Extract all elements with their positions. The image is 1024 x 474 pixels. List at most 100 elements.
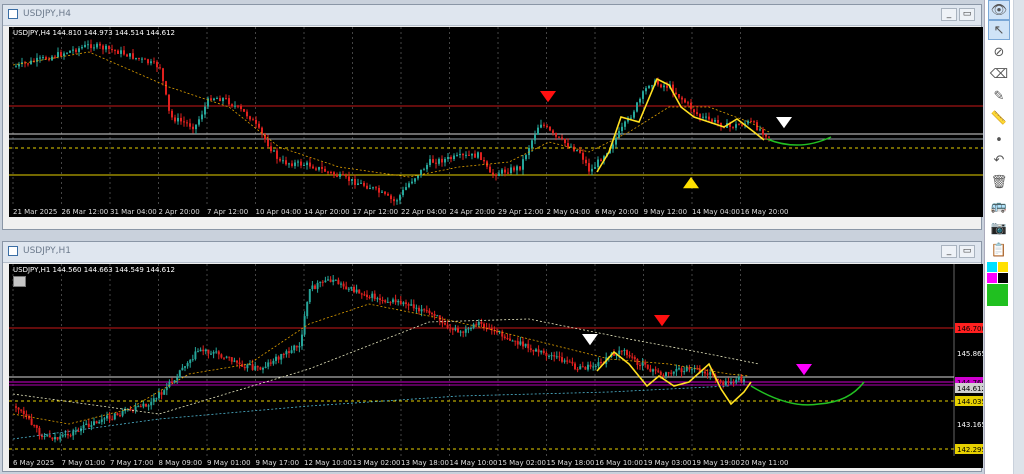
candle-body [251, 364, 254, 370]
window-titlebar[interactable]: USDJPY,H4 _ ▭ [3, 5, 981, 26]
candle-body [545, 353, 548, 356]
candle-body [735, 379, 738, 383]
candle-body [234, 105, 236, 107]
trash-icon[interactable]: 🗑 [988, 172, 1010, 192]
candle-body [516, 341, 519, 345]
chart-canvas[interactable]: 6 May 2025 7 May 01:00 7 May 17:00 8 May 09… [9, 264, 983, 468]
candle-body [195, 124, 197, 130]
time-label: 12 May 10:00 [304, 459, 352, 467]
candle-body [273, 150, 275, 152]
candle-body [691, 369, 693, 371]
candle-body [468, 154, 470, 156]
candle-body [293, 345, 296, 351]
candle-body [308, 289, 311, 303]
candle-body [389, 301, 392, 303]
candle-body [532, 350, 535, 352]
candle-body [147, 405, 150, 407]
candle-body [90, 425, 93, 427]
candle-body [165, 81, 167, 95]
swatch-black[interactable] [998, 273, 1008, 283]
candle-body [93, 421, 95, 426]
cursor-icon[interactable]: ↖ [988, 20, 1010, 40]
restore-button[interactable]: ▭ [959, 8, 975, 21]
minimize-button[interactable]: _ [941, 245, 957, 258]
swatch-yellow[interactable] [998, 262, 1008, 272]
no-symbol-icon[interactable]: ⊘ [988, 42, 1010, 62]
candle-body [312, 166, 314, 169]
candle-body [223, 357, 225, 359]
candle-body [402, 189, 404, 196]
candle-body [390, 195, 392, 200]
candle-body [408, 183, 410, 188]
candle-body [623, 350, 626, 352]
candle-body [555, 133, 557, 137]
candle-body [384, 300, 387, 303]
restore-button[interactable]: ▭ [959, 245, 975, 258]
candle-body [45, 57, 47, 60]
candle-body [103, 418, 106, 420]
ruler-icon[interactable]: 📏 [988, 108, 1010, 128]
eye-icon[interactable]: 👁 [988, 0, 1010, 20]
candle-body [717, 120, 719, 123]
candle-body [566, 360, 569, 362]
chart-window-h4[interactable]: USDJPY,H4 _ ▭ 21 Mar 2025 26 Mar 12:00 31 … [2, 4, 983, 230]
chart-canvas[interactable]: 21 Mar 2025 26 Mar 12:00 31 Mar 04:00 2 Apr… [9, 27, 983, 217]
candle-body [405, 302, 407, 305]
candle-body [106, 415, 108, 419]
candle-body [558, 356, 561, 358]
chart-background [9, 264, 983, 468]
candle-body [740, 376, 743, 382]
time-label: 9 May 17:00 [256, 459, 300, 467]
swatch-green[interactable] [987, 284, 1008, 306]
time-label: 13 May 18:00 [401, 459, 449, 467]
minimize-button[interactable]: _ [941, 8, 957, 21]
window-titlebar[interactable]: USDJPY,H1 _ ▭ [3, 242, 981, 263]
candle-body [546, 125, 548, 127]
swatch-cyan[interactable] [987, 262, 997, 272]
candle-body [15, 406, 17, 408]
candle-body [96, 43, 98, 48]
eraser-icon[interactable]: ⌫ [988, 64, 1010, 84]
candle-body [675, 368, 678, 372]
price-chart-h1[interactable]: 6 May 2025 7 May 01:00 7 May 17:00 8 May 09… [9, 264, 983, 468]
candle-body [294, 162, 296, 166]
camera-icon[interactable]: 📷 [988, 218, 1010, 238]
candle-body [483, 159, 485, 162]
time-label: 6 May 2025 [13, 459, 54, 467]
candle-body [66, 52, 68, 54]
undo-icon[interactable]: ↶ [988, 150, 1010, 170]
candle-body [641, 362, 644, 366]
candle-body [147, 59, 149, 64]
candle-body [423, 309, 426, 311]
candle-body [475, 324, 478, 326]
candle-body [454, 328, 457, 331]
candle-body [549, 126, 551, 131]
pencil-icon[interactable]: ✎ [988, 86, 1010, 106]
chart-window-h1[interactable]: USDJPY,H1 _ ▭ 6 May 2025 7 May 01:00 7 May… [2, 241, 983, 472]
candle-body [459, 154, 461, 156]
candle-body [678, 368, 680, 370]
candle-body [267, 362, 270, 367]
bus-icon[interactable]: 🚌 [988, 196, 1010, 216]
candle-body [534, 134, 536, 141]
candle-body [651, 85, 653, 87]
price-chart-h4[interactable]: 21 Mar 2025 26 Mar 12:00 31 Mar 04:00 2 Apr… [9, 27, 983, 217]
candle-body [666, 85, 668, 88]
swatch-magenta[interactable] [987, 273, 997, 283]
candle-body [279, 158, 281, 161]
candle-body [51, 437, 54, 440]
candle-body [69, 50, 71, 53]
candle-body [168, 382, 171, 388]
candle-body [342, 283, 345, 287]
candle-body [384, 191, 386, 194]
dot-icon[interactable]: • [988, 130, 1010, 150]
candle-body [22, 410, 25, 415]
candle-body [704, 371, 706, 374]
candle-body [525, 155, 527, 160]
time-label: 21 Mar 2025 [13, 208, 57, 216]
candle-body [33, 424, 36, 426]
clipboard-icon[interactable]: 📋 [988, 240, 1010, 260]
candle-body [420, 309, 423, 312]
candle-body [415, 307, 418, 309]
vertical-scrollbar[interactable] [1014, 0, 1024, 474]
